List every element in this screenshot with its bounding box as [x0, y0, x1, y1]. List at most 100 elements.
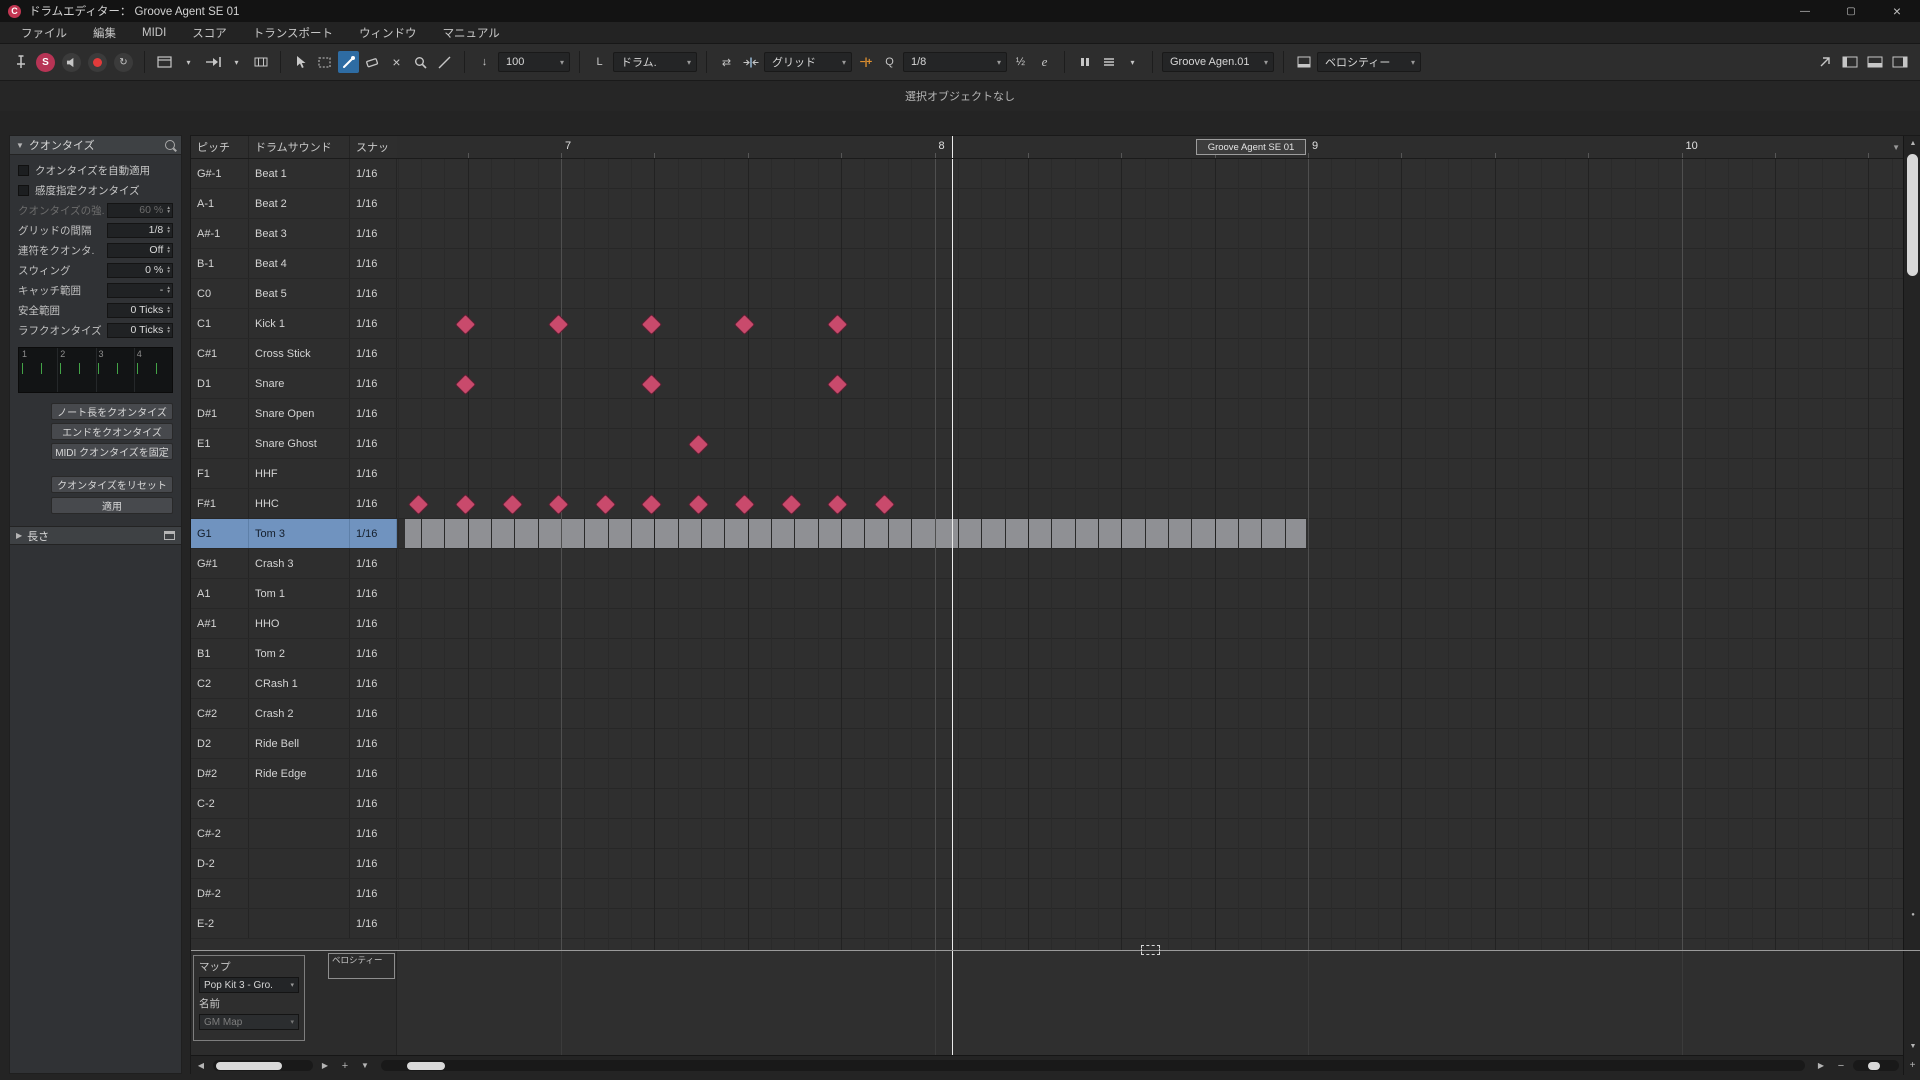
drum-lane-row[interactable]: A-1Beat 21/16: [191, 189, 397, 219]
drum-note[interactable]: [733, 313, 754, 334]
pitch-column-header[interactable]: ピッチ: [191, 136, 249, 158]
stepper-down-icon[interactable]: ▾: [167, 310, 170, 315]
drum-lane-row[interactable]: A#1HHO1/16: [191, 609, 397, 639]
drum-note[interactable]: [407, 493, 428, 514]
autoscroll-button[interactable]: [202, 51, 223, 73]
field-value[interactable]: 0 Ticks▴▾: [107, 323, 173, 338]
drum-lane-row[interactable]: D2Ride Bell1/16: [191, 729, 397, 759]
zoom-tool[interactable]: [410, 51, 431, 73]
part-borders-button[interactable]: [250, 51, 271, 73]
playhead[interactable]: [952, 159, 953, 950]
minimize-button[interactable]: —: [1782, 0, 1828, 22]
drum-lane-row[interactable]: C0Beat 51/16: [191, 279, 397, 309]
loop-button[interactable]: ↻: [114, 53, 133, 72]
drum-lane-row[interactable]: C#2Crash 21/16: [191, 699, 397, 729]
event-colors-button[interactable]: [1098, 51, 1119, 73]
drum-note[interactable]: [640, 373, 661, 394]
open-in-separate-window-button[interactable]: [1814, 51, 1835, 73]
drum-lane-row[interactable]: B1Tom 21/16: [191, 639, 397, 669]
drum-note[interactable]: [640, 313, 661, 334]
event-list-button[interactable]: [1074, 51, 1095, 73]
soft-quantize-checkbox[interactable]: [18, 185, 29, 196]
add-lane-button[interactable]: +: [337, 1058, 353, 1074]
vertical-zoom-in-button[interactable]: +: [1903, 1055, 1920, 1075]
drum-lane-row[interactable]: C-21/16: [191, 789, 397, 819]
name-dropdown[interactable]: GM Map ▾: [199, 1014, 299, 1030]
drum-note[interactable]: [547, 313, 568, 334]
drum-lane-row[interactable]: G1Tom 31/16: [191, 519, 397, 549]
drum-lane-row[interactable]: A1Tom 11/16: [191, 579, 397, 609]
note-expression-button[interactable]: ⇄: [716, 51, 737, 73]
menu-item-5[interactable]: ウィンドウ: [346, 22, 430, 43]
list-scroll-left-button[interactable]: ◀: [193, 1058, 209, 1074]
left-zone-toggle[interactable]: [1839, 51, 1860, 73]
drum-note[interactable]: [640, 493, 661, 514]
grid-type-dropdown[interactable]: グリッド ▾: [764, 52, 852, 72]
controller-lane-label[interactable]: ベロシティー: [328, 953, 395, 979]
stepper-arrows[interactable]: ▴▾: [167, 306, 170, 315]
drumstick-tool[interactable]: [338, 51, 359, 73]
vertical-zoom-handle[interactable]: ●: [1904, 908, 1920, 922]
stepper-arrows[interactable]: ▴▾: [167, 326, 170, 335]
event-colors-dropdown-arrow[interactable]: ▾: [1122, 51, 1143, 73]
drum-lane-row[interactable]: C2CRash 11/16: [191, 669, 397, 699]
autoscroll-dropdown-arrow[interactable]: ▾: [226, 51, 247, 73]
quantize-snap-icon[interactable]: −|+: [855, 51, 876, 73]
drum-lane-row[interactable]: F1HHF1/16: [191, 459, 397, 489]
drum-lane-row[interactable]: E1Snare Ghost1/16: [191, 429, 397, 459]
lane-resize-handle[interactable]: [1141, 945, 1160, 955]
drum-lane-row[interactable]: F#1HHC1/16: [191, 489, 397, 519]
drum-note[interactable]: [873, 493, 894, 514]
setup-dropdown-arrow[interactable]: ▾: [178, 51, 199, 73]
drum-note[interactable]: [780, 493, 801, 514]
vertical-scrollbar[interactable]: ▲ ● ▼: [1903, 136, 1920, 1055]
drum-lane-row[interactable]: D#-21/16: [191, 879, 397, 909]
quantize-panel-header[interactable]: ▼ クオンタイズ: [10, 136, 181, 155]
quantize-apply-button[interactable]: 適用: [51, 497, 173, 514]
eraser-tool[interactable]: [362, 51, 383, 73]
menu-item-0[interactable]: ファイル: [8, 22, 80, 43]
drum-note[interactable]: [547, 493, 568, 514]
field-value[interactable]: -▴▾: [107, 283, 173, 298]
drum-lane-row[interactable]: C1Kick 11/16: [191, 309, 397, 339]
auto-apply-checkbox[interactable]: [18, 165, 29, 176]
stepper-down-icon[interactable]: ▾: [167, 250, 170, 255]
field-value[interactable]: 60 %▴▾: [107, 203, 173, 218]
drum-lane-row[interactable]: G#-1Beat 11/16: [191, 159, 397, 189]
open-quantize-panel-button[interactable]: e: [1034, 51, 1055, 73]
field-value[interactable]: 0 %▴▾: [107, 263, 173, 278]
drum-note[interactable]: [826, 373, 847, 394]
stepper-down-icon[interactable]: ▾: [167, 230, 170, 235]
drum-lane-row[interactable]: G#1Crash 31/16: [191, 549, 397, 579]
ruler[interactable]: ▼ 78910Groove Agent SE 01: [397, 136, 1903, 159]
drum-note[interactable]: [687, 493, 708, 514]
drum-lane-row[interactable]: C#1Cross Stick1/16: [191, 339, 397, 369]
stepper-arrows[interactable]: ▴▾: [167, 266, 170, 275]
lower-zone-toggle[interactable]: [1864, 51, 1885, 73]
drum-note[interactable]: [454, 493, 475, 514]
quantize-button-1[interactable]: エンドをクオンタイズ: [51, 423, 173, 440]
drum-note[interactable]: [594, 493, 615, 514]
ruler-options-arrow[interactable]: ▼: [1892, 143, 1900, 152]
snap-button[interactable]: [740, 51, 761, 73]
drum-lane-row[interactable]: A#-1Beat 31/16: [191, 219, 397, 249]
note-grid[interactable]: [397, 159, 1903, 950]
l-mode-button[interactable]: L: [589, 51, 610, 73]
drum-lane-row[interactable]: D#1Snare Open1/16: [191, 399, 397, 429]
pin-icon[interactable]: [10, 51, 31, 73]
sound-column-header[interactable]: ドラムサウンド: [249, 136, 350, 158]
quantize-reset-button[interactable]: クオンタイズをリセット: [51, 476, 173, 493]
menu-item-6[interactable]: マニュアル: [430, 22, 513, 43]
field-value[interactable]: 1/8▴▾: [107, 223, 173, 238]
drum-lane-row[interactable]: B-1Beat 41/16: [191, 249, 397, 279]
controller-lane-setup-button[interactable]: [1293, 51, 1314, 73]
snap-column-header[interactable]: スナッ: [350, 136, 397, 158]
scroll-up-button[interactable]: ▲: [1904, 136, 1920, 150]
menu-item-4[interactable]: トランスポート: [240, 22, 346, 43]
drum-note[interactable]: [733, 493, 754, 514]
drum-note[interactable]: [501, 493, 522, 514]
list-scroll-right-button[interactable]: ▶: [317, 1058, 333, 1074]
scroll-down-button[interactable]: ▼: [1904, 1039, 1920, 1053]
mute-tool[interactable]: ×: [386, 51, 407, 73]
drum-note[interactable]: [826, 313, 847, 334]
